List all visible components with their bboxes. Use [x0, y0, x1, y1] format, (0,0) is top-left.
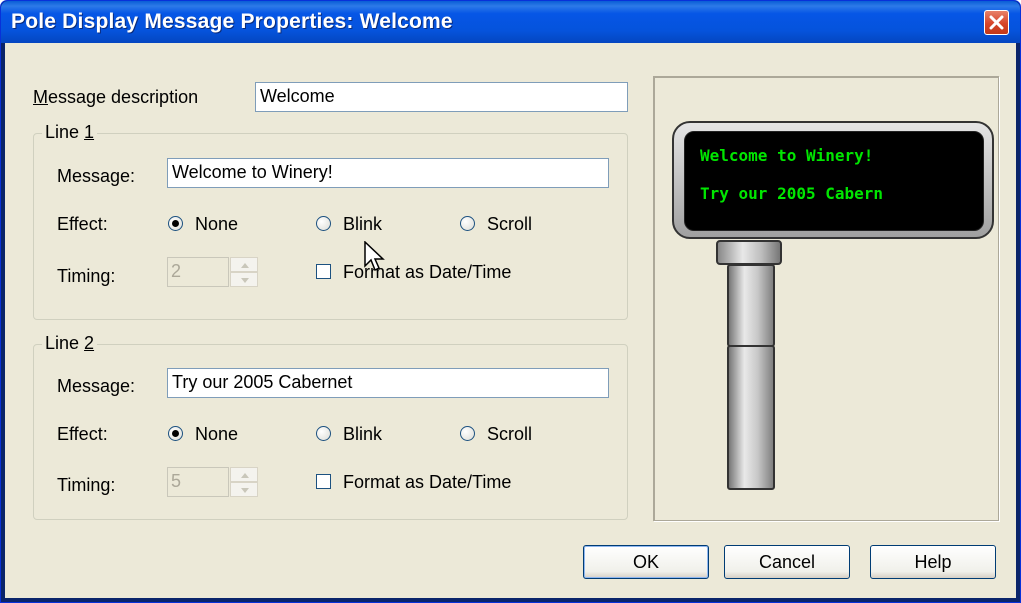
line1-effect-scroll-label: Scroll [487, 214, 533, 234]
dialog-body: Message description Welcome Line 1 Messa… [5, 43, 1016, 598]
line2-effect-scroll-label: Scroll [487, 424, 533, 444]
line1-effect-blink-radio[interactable] [316, 216, 331, 231]
spin-down-button[interactable] [230, 482, 258, 497]
spin-down-button[interactable] [230, 272, 258, 287]
pole-display-preview: Welcome to Winery! Try our 2005 Cabern [653, 76, 999, 521]
line2-timing-spinner[interactable] [230, 467, 258, 497]
arrow-up-icon [241, 473, 249, 478]
line2-effect-scroll-radio[interactable] [460, 426, 475, 441]
line1-timing-spinner[interactable] [230, 257, 258, 287]
line2-timing-input[interactable]: 5 [167, 467, 229, 497]
line1-timing-label: Timing: [57, 266, 116, 286]
window-title: Pole Display Message Properties: Welcome [11, 10, 453, 33]
line1-effect-scroll-radio[interactable] [460, 216, 475, 231]
line2-format-datetime-label: Format as Date/Time [343, 472, 512, 492]
line2-message-label: Message: [57, 376, 136, 396]
pole-display-frame: Welcome to Winery! Try our 2005 Cabern [672, 121, 994, 239]
preview-line1: Welcome to Winery! [700, 146, 874, 165]
dialog-window: Pole Display Message Properties: Welcome… [0, 0, 1021, 603]
preview-line2: Try our 2005 Cabern [700, 184, 884, 203]
line2-timing-label: Timing: [57, 475, 116, 495]
line2-format-datetime-checkbox[interactable] [316, 474, 331, 489]
line1-timing-input[interactable]: 2 [167, 257, 229, 287]
pole-display-screen: Welcome to Winery! Try our 2005 Cabern [684, 131, 984, 231]
line2-effect-none-radio[interactable] [168, 426, 183, 441]
arrow-up-icon [241, 263, 249, 268]
cancel-button[interactable]: Cancel [724, 545, 850, 579]
line2-effect-blink-radio[interactable] [316, 426, 331, 441]
line2-message-input[interactable]: Try our 2005 Cabernet [167, 368, 609, 398]
arrow-down-icon [241, 278, 249, 283]
line1-effect-label: Effect: [57, 214, 108, 234]
mouse-cursor-icon [364, 241, 385, 272]
help-button[interactable]: Help [870, 545, 996, 579]
arrow-down-icon [241, 488, 249, 493]
spin-up-button[interactable] [230, 467, 258, 482]
ok-button[interactable]: OK [583, 545, 709, 579]
line2-group-title: Line 2 [42, 333, 98, 354]
line2-effect-label: Effect: [57, 424, 108, 444]
line2-effect-blink-label: Blink [343, 424, 383, 444]
line1-effect-none-radio[interactable] [168, 216, 183, 231]
pole-lower-segment [727, 345, 775, 490]
pole-upper-segment [727, 264, 775, 347]
line1-effect-blink-label: Blink [343, 214, 383, 234]
close-icon [989, 15, 1004, 30]
message-description-input[interactable]: Welcome [255, 82, 628, 112]
line1-effect-none-label: None [195, 214, 239, 234]
close-button[interactable] [984, 10, 1009, 35]
line2-effect-none-label: None [195, 424, 239, 444]
spin-up-button[interactable] [230, 257, 258, 272]
line1-format-datetime-checkbox[interactable] [316, 264, 331, 279]
title-bar[interactable]: Pole Display Message Properties: Welcome [1, 1, 1020, 43]
pole-cap [716, 240, 782, 265]
line1-message-input[interactable]: Welcome to Winery! [167, 158, 609, 188]
message-description-label: Message description [33, 87, 199, 107]
line1-group-title: Line 1 [42, 122, 98, 143]
line1-message-label: Message: [57, 166, 136, 186]
